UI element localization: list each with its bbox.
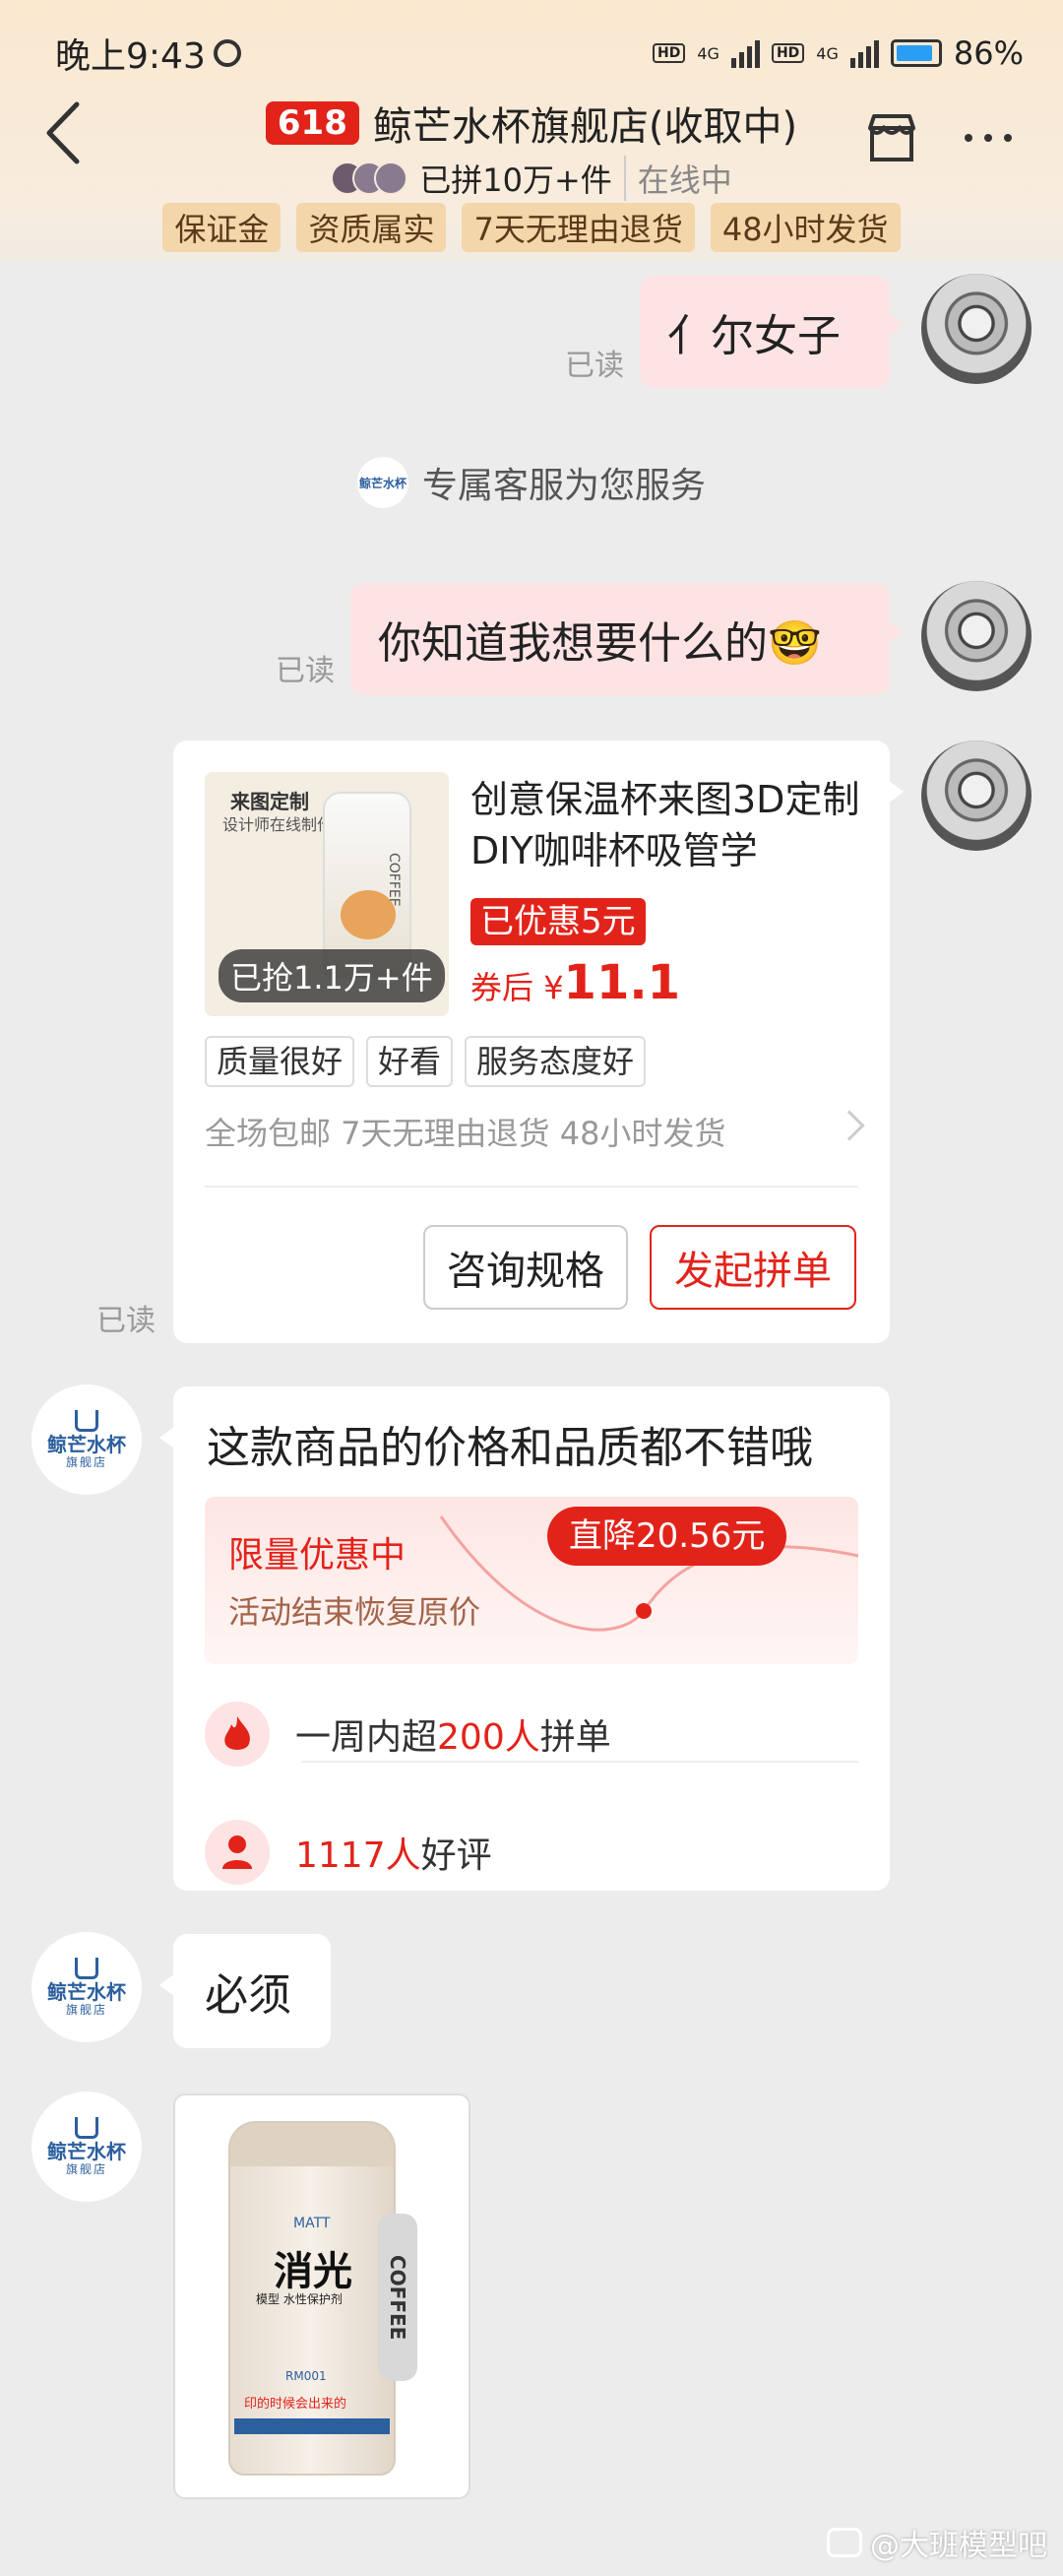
shop-avatar[interactable]: 鲸芒水杯 旗舰店 [31, 1932, 142, 2042]
currency-symbol: ¥ [543, 969, 564, 1006]
buyer-avatars [331, 161, 408, 195]
shop-avatar-name: 鲸芒水杯 [47, 2140, 126, 2163]
online-status: 在线中 [623, 156, 732, 201]
review-stat-text: 1117人好评 [295, 1835, 492, 1876]
restore-price-label: 活动结束恢复原价 [228, 1593, 481, 1631]
battery-percent: 86% [953, 34, 1024, 72]
price-value: 11.1 [563, 955, 680, 1010]
shop-message-bubble[interactable]: 必须 [159, 1934, 331, 2048]
system-notice: 鲸芒水杯 专属客服为您服务 [0, 457, 1063, 508]
group-stat-text: 一周内超200人拼单 [295, 1717, 611, 1758]
shop-avatar-sub: 旗舰店 [65, 2162, 107, 2176]
person-icon [205, 1820, 270, 1885]
cup-strap: COFFEE [378, 2214, 417, 2381]
read-receipt: 已读 [96, 1304, 156, 1338]
tag-deposit: 保证金 [162, 203, 281, 252]
hd-icon-2: HD [771, 43, 805, 63]
promo-card[interactable]: 这款商品的价格和品质都不错哦 限量优惠中 活动结束恢复原价 直降20.56元 一… [159, 1386, 890, 1891]
cup-code: RM001 [285, 2369, 327, 2383]
promo-618-badge: 618 [265, 101, 359, 145]
product-image-title: 来图定制 [230, 790, 309, 813]
product-image[interactable]: 来图定制 设计师在线制作 COFFEE 已抢1.1万+件 [205, 772, 449, 1016]
review-tag: 好看 [366, 1036, 454, 1087]
review-tag: 服务态度好 [465, 1036, 647, 1087]
group-count: 已拼10万+件 [419, 161, 612, 199]
start-group-buy-button[interactable]: 发起拼单 [650, 1225, 856, 1310]
group-stat-row: 一周内超200人拼单 [205, 1702, 611, 1767]
review-stat-row: 1117人好评 [205, 1820, 492, 1885]
network-label-1: 4G [697, 43, 719, 63]
read-receipt: 已读 [565, 349, 624, 383]
message-text: 你知道我想要什么的🤓 [378, 618, 822, 669]
signal-icon [730, 38, 760, 68]
status-bar: 晚上9:43 HD 4G HD 4G 86% [55, 26, 1024, 81]
shop-avatar-sub: 旗舰店 [65, 1455, 107, 1469]
consult-spec-button[interactable]: 咨询规格 [423, 1225, 628, 1310]
shop-mini-logo: 鲸芒水杯 [356, 457, 408, 508]
review-tags: 质量很好 好看 服务态度好 [205, 1036, 647, 1087]
more-options-icon[interactable] [959, 108, 1018, 167]
price-point-dot [636, 1603, 652, 1619]
tag-verified: 资质属实 [296, 203, 447, 252]
cup-logo-icon [75, 1958, 98, 1979]
my-avatar[interactable] [921, 581, 1032, 691]
cup-brand: MATT [293, 2216, 331, 2231]
weibo-icon [827, 2528, 862, 2557]
alarm-clock-icon [213, 39, 241, 67]
dog-illustration [341, 890, 396, 939]
product-photo-message[interactable]: MATT 消光 模型 水性保护剂 RM001 印的时候会出来的 COFFEE [173, 2093, 470, 2499]
price-drop-badge: 直降20.56元 [547, 1507, 787, 1566]
store-title: 鲸芒水杯旗舰店(收取中) [372, 104, 798, 150]
coupon-badge: 已优惠5元 [470, 898, 646, 945]
cup-sub-text: 模型 水性保护剂 [256, 2292, 343, 2306]
tag-shipping: 48小时发货 [710, 203, 901, 252]
price-prefix: 券后 [470, 969, 534, 1006]
system-notice-text: 专属客服为您服务 [421, 466, 706, 506]
read-receipt: 已读 [276, 654, 335, 688]
shop-avatar[interactable]: 鲸芒水杯 旗舰店 [31, 1385, 142, 1495]
cup-logo-icon [75, 2117, 98, 2139]
product-title[interactable]: 创意保温杯来图3D定制DIY咖啡杯吸管学 [470, 774, 864, 876]
shop-avatar-sub: 旗舰店 [65, 2003, 107, 2017]
store-guarantee-tags: 保证金 资质属实 7天无理由退货 48小时发货 [0, 203, 1063, 252]
shop-avatar[interactable]: 鲸芒水杯 旗舰店 [31, 2092, 142, 2202]
store-icon[interactable] [862, 108, 921, 167]
product-card[interactable]: 来图定制 设计师在线制作 COFFEE 已抢1.1万+件 创意保温杯来图3D定制… [173, 741, 904, 1343]
divider [301, 1761, 858, 1763]
flame-icon [205, 1702, 270, 1767]
limited-offer-label: 限量优惠中 [228, 1535, 406, 1576]
cup-big-text: 消光 [274, 2249, 352, 2294]
shop-avatar-name: 鲸芒水杯 [47, 1433, 126, 1456]
status-time: 晚上9:43 [55, 36, 206, 77]
review-tag: 质量很好 [205, 1036, 355, 1087]
my-message-bubble[interactable]: 你知道我想要什么的🤓 [350, 583, 904, 695]
cup-logo-icon [75, 1410, 98, 1432]
strap-text: COFFEE [386, 2254, 409, 2341]
message-text: 亻尔女子 [667, 311, 841, 361]
watermark-text: @大班模型吧 [870, 2529, 1047, 2563]
shop-avatar-name: 鲸芒水杯 [47, 1980, 126, 2004]
network-label-2: 4G [816, 43, 839, 63]
watermark: @大班模型吧 [827, 2521, 1047, 2564]
sold-count-badge: 已抢1.1万+件 [219, 949, 445, 1002]
product-price: 券后 ¥11.1 [470, 955, 680, 1010]
my-avatar[interactable] [921, 274, 1032, 384]
battery-icon [890, 39, 942, 67]
tag-return: 7天无理由退货 [462, 203, 695, 252]
divider [205, 1186, 858, 1188]
my-message-bubble[interactable]: 亻尔女子 [640, 276, 904, 388]
cup-strip-text: 印的时候会出来的 [244, 2397, 347, 2412]
chat-header: 晚上9:43 HD 4G HD 4G 86% 618 鲸芒水杯旗舰店(收取中) … [0, 0, 1063, 261]
message-text: 必须 [205, 1970, 291, 2021]
discount-banner: 限量优惠中 活动结束恢复原价 直降20.56元 [205, 1497, 858, 1664]
service-info[interactable]: 全场包邮 7天无理由退货 48小时发货 [205, 1109, 725, 1154]
promo-title: 这款商品的价格和品质都不错哦 [207, 1423, 813, 1473]
signal-icon-2 [849, 38, 879, 68]
product-image-subtitle: 设计师在线制作 [222, 815, 334, 834]
hd-icon: HD [653, 43, 686, 63]
cup-photo: MATT 消光 模型 水性保护剂 RM001 印的时候会出来的 [228, 2121, 396, 2476]
chevron-right-icon[interactable] [834, 1110, 865, 1141]
my-avatar[interactable] [921, 741, 1032, 851]
